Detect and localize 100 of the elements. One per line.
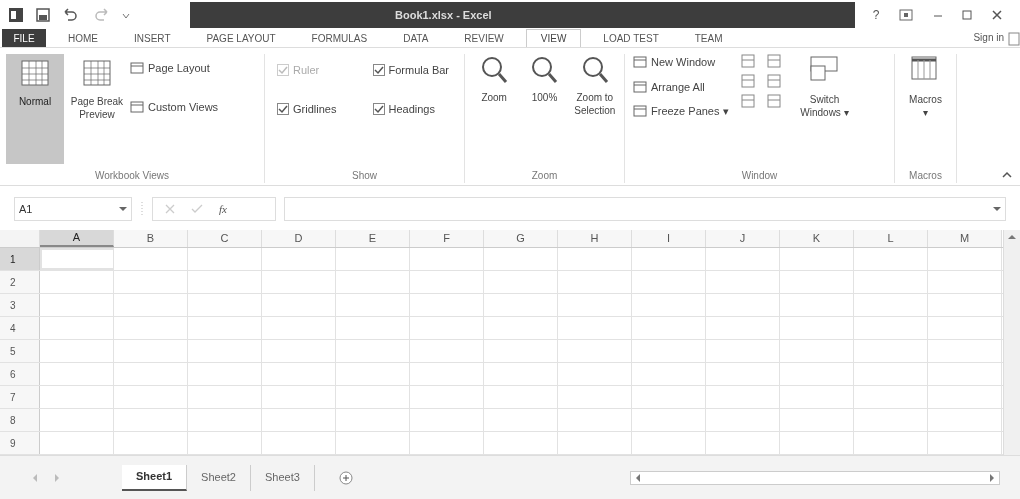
- row-header[interactable]: 3: [0, 294, 40, 316]
- group-label: Macros: [908, 169, 943, 183]
- scroll-right-icon[interactable]: [989, 473, 995, 482]
- column-header[interactable]: D: [262, 230, 336, 247]
- row-header[interactable]: 7: [0, 386, 40, 408]
- window-title: Book1.xlsx - Excel: [395, 7, 492, 23]
- macros-button[interactable]: Macros ▾: [909, 54, 942, 168]
- group-label: Workbook Views: [93, 169, 171, 183]
- checkbox[interactable]: [372, 64, 385, 77]
- ribbon-tab[interactable]: HOME: [54, 29, 112, 47]
- user-icon: [1008, 32, 1020, 46]
- row-header[interactable]: 4: [0, 317, 40, 339]
- enter-icon[interactable]: [191, 204, 203, 214]
- column-header[interactable]: E: [336, 230, 410, 247]
- previous-sheet-icon[interactable]: [32, 473, 38, 482]
- caret-icon: [119, 206, 127, 212]
- window-option-icon[interactable]: [741, 74, 756, 88]
- window-option-icon[interactable]: [767, 54, 782, 68]
- scroll-up-icon[interactable]: [1008, 234, 1016, 240]
- column-header[interactable]: M: [928, 230, 1002, 247]
- zoom-button[interactable]: Zoom: [473, 54, 516, 168]
- window-button[interactable]: Arrange All: [633, 78, 730, 95]
- ribbon-tab[interactable]: FILE: [2, 29, 46, 47]
- vertical-scrollbar[interactable]: [1003, 230, 1020, 455]
- save-icon[interactable]: [36, 8, 50, 22]
- maximize-icon[interactable]: [962, 10, 973, 20]
- ribbon-tab[interactable]: TEAM: [680, 29, 737, 47]
- window-icon: [130, 99, 144, 114]
- horizontal-scrollbar[interactable]: [630, 470, 1000, 485]
- window-icon: [633, 104, 647, 119]
- row-header[interactable]: 5: [0, 340, 40, 362]
- row-header[interactable]: 1: [0, 248, 40, 270]
- help-button[interactable]: ?: [872, 6, 880, 24]
- ribbon-tab[interactable]: FORMULAS: [297, 29, 382, 47]
- new-sheet-icon[interactable]: [338, 470, 353, 485]
- ribbon-tab[interactable]: LOAD TEST: [589, 29, 673, 47]
- window-button[interactable]: Freeze Panes ▾: [633, 103, 730, 120]
- name-box[interactable]: A1: [14, 197, 132, 221]
- window-icon: [633, 55, 647, 70]
- sheet-tab[interactable]: Sheet1: [122, 464, 188, 491]
- checkbox-option[interactable]: Headings: [372, 100, 452, 117]
- ribbon-tab[interactable]: REVIEW: [450, 29, 518, 47]
- sheet-tab[interactable]: Sheet3: [250, 464, 315, 491]
- window-option-icon[interactable]: [741, 54, 756, 68]
- checkbox-option[interactable]: Gridlines: [277, 100, 357, 117]
- ribbon-tab[interactable]: DATA: [389, 29, 443, 47]
- column-header[interactable]: J: [706, 230, 780, 247]
- checkbox[interactable]: [372, 102, 385, 115]
- row-header[interactable]: 6: [0, 363, 40, 385]
- window-option-icon[interactable]: [767, 74, 782, 88]
- view-button[interactable]: Custom Views: [130, 98, 219, 115]
- column-header[interactable]: K: [780, 230, 854, 247]
- grip-icon: [140, 201, 144, 217]
- window-icon: [130, 61, 144, 76]
- column-header[interactable]: C: [188, 230, 262, 247]
- sign-in-link[interactable]: Sign in: [973, 30, 1004, 45]
- checkbox[interactable]: [277, 102, 289, 115]
- close-icon[interactable]: [992, 10, 1003, 20]
- scroll-left-icon[interactable]: [635, 473, 641, 482]
- sheet-tab[interactable]: Sheet2: [187, 464, 251, 491]
- insert-function-button[interactable]: fx: [219, 200, 227, 218]
- window-button[interactable]: New Window: [633, 54, 730, 71]
- grid-icon: [20, 58, 50, 88]
- column-header[interactable]: I: [632, 230, 706, 247]
- column-header[interactable]: F: [410, 230, 484, 247]
- next-sheet-icon[interactable]: [54, 473, 60, 482]
- group-label: Window: [740, 169, 779, 183]
- select-all-corner[interactable]: [0, 230, 40, 247]
- redo-icon[interactable]: [92, 8, 110, 22]
- window-icon: [633, 79, 647, 94]
- cell[interactable]: [40, 248, 114, 270]
- checkbox-option[interactable]: Formula Bar: [372, 62, 452, 79]
- ribbon-display-options-icon[interactable]: [899, 9, 914, 21]
- row-header[interactable]: 8: [0, 409, 40, 431]
- column-header[interactable]: G: [484, 230, 558, 247]
- grid-icon: [82, 58, 112, 88]
- cancel-icon[interactable]: [165, 204, 175, 214]
- row-header[interactable]: 9: [0, 432, 40, 454]
- view-button[interactable]: Normal: [6, 54, 64, 164]
- zoom-button[interactable]: Zoom to Selection: [573, 54, 616, 168]
- switch-windows-button[interactable]: Switch Windows ▾: [793, 54, 856, 168]
- column-header[interactable]: L: [854, 230, 928, 247]
- column-header[interactable]: H: [558, 230, 632, 247]
- group-label: Show: [351, 169, 378, 183]
- ribbon-tab[interactable]: INSERT: [120, 29, 185, 47]
- row-header[interactable]: 2: [0, 271, 40, 293]
- group-label: Zoom: [530, 169, 559, 183]
- column-header[interactable]: A: [40, 230, 114, 247]
- zoom-button[interactable]: 100%: [523, 54, 566, 168]
- ribbon-tab[interactable]: PAGE LAYOUT: [192, 29, 290, 47]
- column-header[interactable]: B: [114, 230, 188, 247]
- undo-icon[interactable]: [62, 8, 80, 22]
- formula-input[interactable]: [284, 197, 1006, 221]
- view-button[interactable]: Page Break Preview: [68, 54, 126, 164]
- view-button[interactable]: Page Layout: [130, 60, 219, 77]
- window-option-icon[interactable]: [767, 94, 782, 108]
- window-option-icon[interactable]: [741, 94, 756, 108]
- ribbon-tab[interactable]: VIEW: [525, 29, 582, 47]
- collapse-ribbon-icon[interactable]: [1002, 171, 1012, 179]
- expand-formula-bar-icon[interactable]: [993, 206, 1001, 212]
